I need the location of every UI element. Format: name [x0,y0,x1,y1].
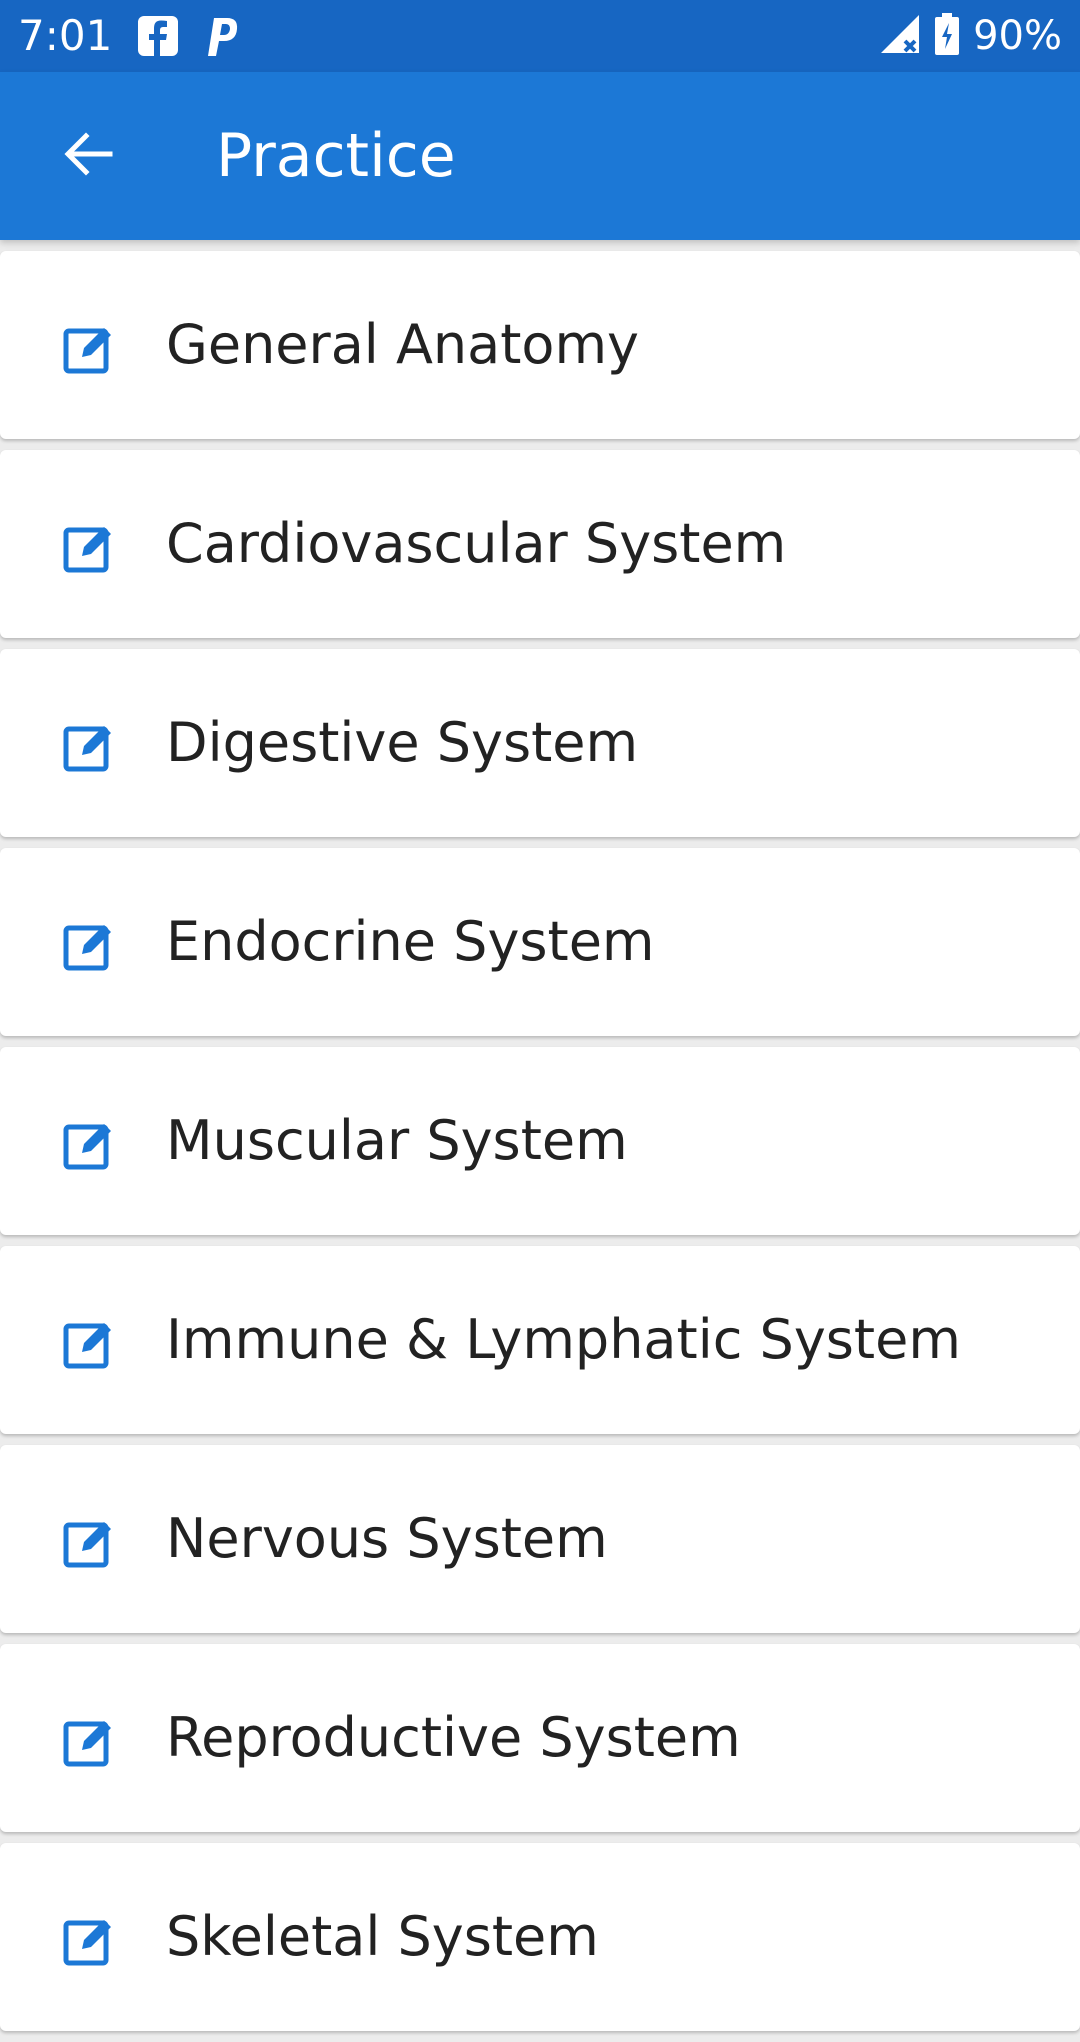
list-item-endocrine-system[interactable]: Endocrine System [0,848,1080,1036]
list-item-digestive-system[interactable]: Digestive System [0,649,1080,837]
status-right-group: 90% [879,12,1062,60]
edit-icon [62,1316,118,1372]
edit-icon [62,1913,118,1969]
edit-icon [62,1117,118,1173]
practice-list: General Anatomy Cardiovascular System Di… [0,251,1080,2042]
list-item-label: Muscular System [166,1109,628,1172]
edit-icon [62,719,118,775]
list-item-cardiovascular-system[interactable]: Cardiovascular System [0,450,1080,638]
battery-percent: 90% [973,13,1062,59]
battery-charging-icon [935,13,960,59]
edit-icon [62,1515,118,1571]
arrow-left-icon [62,128,114,184]
edit-icon [62,321,118,377]
signal-no-data-icon [879,13,921,59]
list-item-skeletal-system[interactable]: Skeletal System [0,1843,1080,2031]
list-item-label: Nervous System [166,1507,608,1570]
facebook-icon [136,14,180,58]
pandora-icon [200,14,244,58]
list-item-label: Digestive System [166,711,639,774]
back-button[interactable] [44,112,132,200]
edit-icon [62,918,118,974]
list-item-label: Reproductive System [166,1706,741,1769]
edit-icon [62,520,118,576]
status-time: 7:01 [18,11,113,60]
page-title: Practice [216,121,456,191]
app-bar: Practice [0,72,1080,240]
list-item-label: Cardiovascular System [166,512,787,575]
list-item-muscular-system[interactable]: Muscular System [0,1047,1080,1235]
list-item-nervous-system[interactable]: Nervous System [0,1445,1080,1633]
list-item-label: Immune & Lymphatic System [166,1308,961,1371]
list-item-reproductive-system[interactable]: Reproductive System [0,1644,1080,1832]
list-item-label: General Anatomy [166,313,640,376]
status-bar: 7:01 90% [0,0,1080,72]
list-item-label: Endocrine System [166,910,655,973]
list-item-label: Skeletal System [166,1905,599,1968]
edit-icon [62,1714,118,1770]
list-item-immune-lymphatic-system[interactable]: Immune & Lymphatic System [0,1246,1080,1434]
list-item-general-anatomy[interactable]: General Anatomy [0,251,1080,439]
